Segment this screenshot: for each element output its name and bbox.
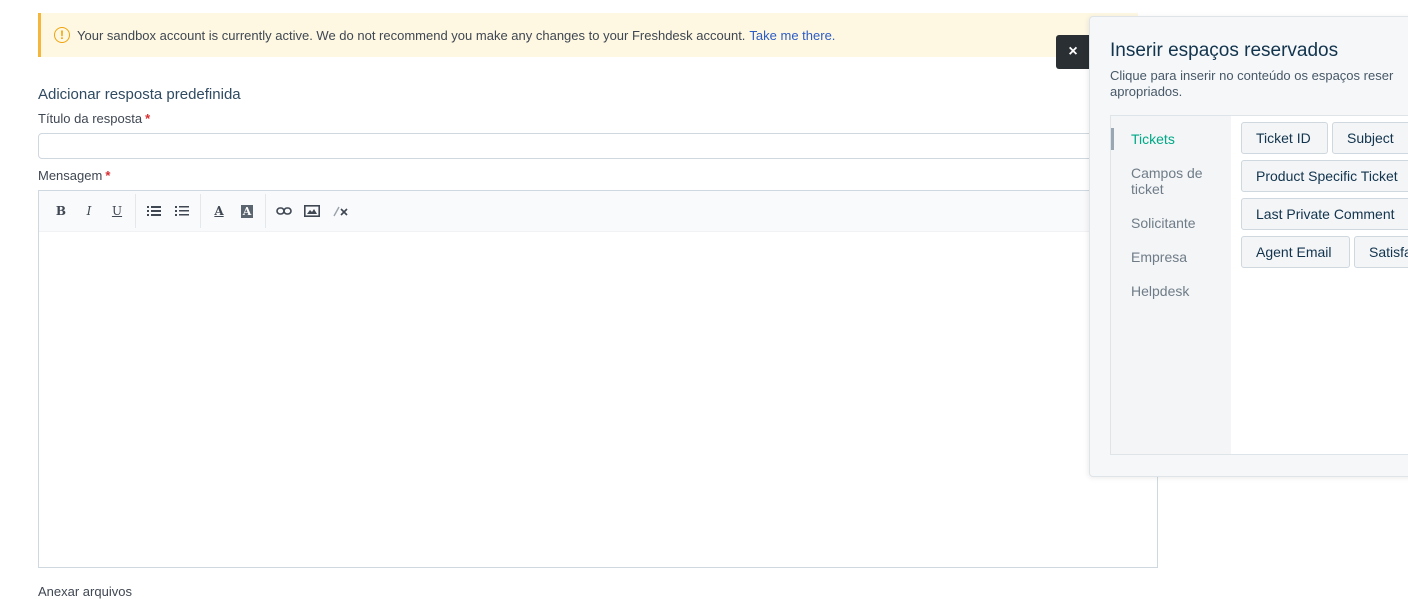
placeholder-subject-button[interactable]: Subject [1332, 122, 1408, 154]
placeholders-box: Tickets Campos de ticket Solicitante Emp… [1110, 115, 1408, 455]
sandbox-banner: ! Your sandbox account is currently acti… [38, 13, 1138, 57]
font-color-glyph: A [214, 204, 224, 218]
warning-icon: ! [54, 27, 70, 43]
required-mark: * [145, 111, 151, 126]
required-mark: * [105, 168, 111, 183]
take-me-there-link[interactable]: Take me there. [749, 28, 835, 43]
category-requester[interactable]: Solicitante [1111, 215, 1231, 231]
underline-button[interactable]: U [103, 199, 131, 223]
bold-button[interactable]: B [47, 199, 75, 223]
placeholder-agent-email-button[interactable]: Agent Email [1241, 236, 1350, 268]
response-title-input[interactable] [38, 133, 1158, 159]
placeholders-panel: Inserir espaços reservados Clique para i… [1089, 16, 1408, 477]
category-helpdesk[interactable]: Helpdesk [1111, 283, 1231, 299]
message-label: Mensagem * [38, 168, 110, 183]
response-title-label-text: Título da resposta [38, 111, 143, 126]
background-color-icon[interactable]: A [233, 199, 261, 223]
italic-button[interactable]: I [75, 199, 103, 223]
placeholder-categories: Tickets Campos de ticket Solicitante Emp… [1111, 116, 1231, 454]
placeholder-ticket-id-button[interactable]: Ticket ID [1241, 122, 1328, 154]
placeholder-last-private-comment-button[interactable]: Last Private Comment [1241, 198, 1408, 230]
response-title-label: Título da resposta * [38, 111, 150, 126]
image-icon[interactable] [298, 199, 326, 223]
category-tickets[interactable]: Tickets [1111, 128, 1231, 150]
attach-files-label: Anexar arquivos [38, 584, 132, 599]
panel-title: Inserir espaços reservados [1110, 40, 1339, 61]
font-color-icon[interactable]: A [205, 199, 233, 223]
category-ticket-fields[interactable]: Campos de ticket [1111, 165, 1221, 197]
panel-description: Clique para inserir no conteúdo os espaç… [1110, 68, 1394, 99]
placeholder-product-specific-ticket-button[interactable]: Product Specific Ticket [1241, 160, 1408, 192]
close-icon[interactable]: × [1056, 35, 1090, 69]
placeholder-satisfaction-button[interactable]: Satisfa [1354, 236, 1408, 268]
toolbar-divider [135, 194, 136, 228]
category-company[interactable]: Empresa [1111, 249, 1231, 265]
toolbar-divider [265, 194, 266, 228]
editor-toolbar: B I U A A [39, 191, 1157, 232]
message-editor[interactable]: B I U A A [38, 190, 1158, 568]
clear-formatting-icon[interactable] [326, 199, 354, 223]
bg-color-glyph: A [240, 204, 254, 218]
toolbar-divider [200, 194, 201, 228]
numbered-list-icon[interactable] [168, 199, 196, 223]
form-title: Adicionar resposta predefinida [38, 86, 241, 103]
link-icon[interactable] [270, 199, 298, 223]
bulleted-list-icon[interactable] [140, 199, 168, 223]
banner-message: Your sandbox account is currently active… [77, 27, 746, 43]
message-label-text: Mensagem [38, 168, 103, 183]
